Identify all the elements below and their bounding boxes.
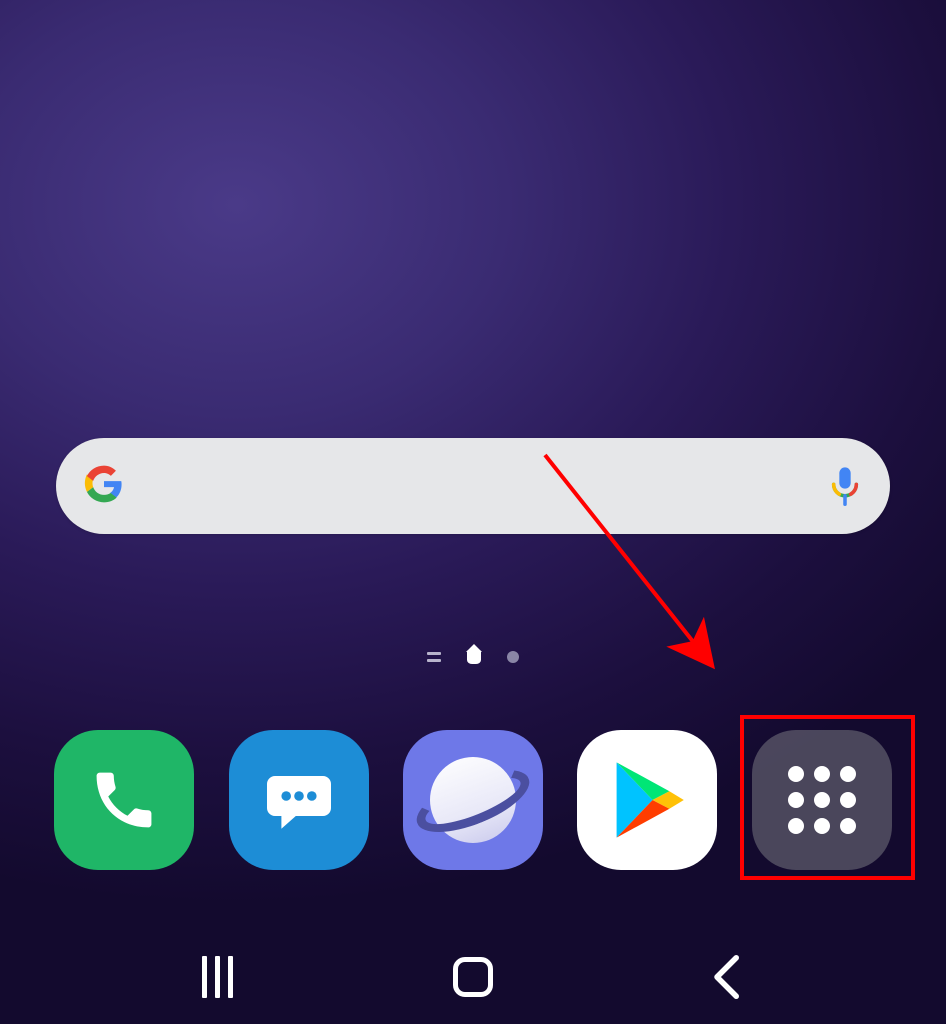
phone-icon <box>89 765 159 835</box>
microphone-icon[interactable] <box>828 466 862 506</box>
play-store-app[interactable] <box>577 730 717 870</box>
apps-grid-icon <box>788 766 856 834</box>
google-g-icon <box>84 464 124 508</box>
home-indicator-icon <box>467 650 481 664</box>
panel-indicator-icon <box>427 652 441 662</box>
nav-back-button[interactable] <box>698 952 758 1002</box>
page-dot-icon <box>507 651 519 663</box>
dock <box>0 730 946 870</box>
nav-home-button[interactable] <box>443 952 503 1002</box>
browser-app[interactable] <box>403 730 543 870</box>
apps-drawer-app[interactable] <box>752 730 892 870</box>
phone-app[interactable] <box>54 730 194 870</box>
nav-recents-button[interactable] <box>188 952 248 1002</box>
play-store-icon <box>607 756 687 844</box>
messages-icon <box>259 760 339 840</box>
messages-app[interactable] <box>229 730 369 870</box>
google-search-bar[interactable] <box>56 438 890 534</box>
navigation-bar <box>0 952 946 1002</box>
page-indicator <box>0 650 946 664</box>
